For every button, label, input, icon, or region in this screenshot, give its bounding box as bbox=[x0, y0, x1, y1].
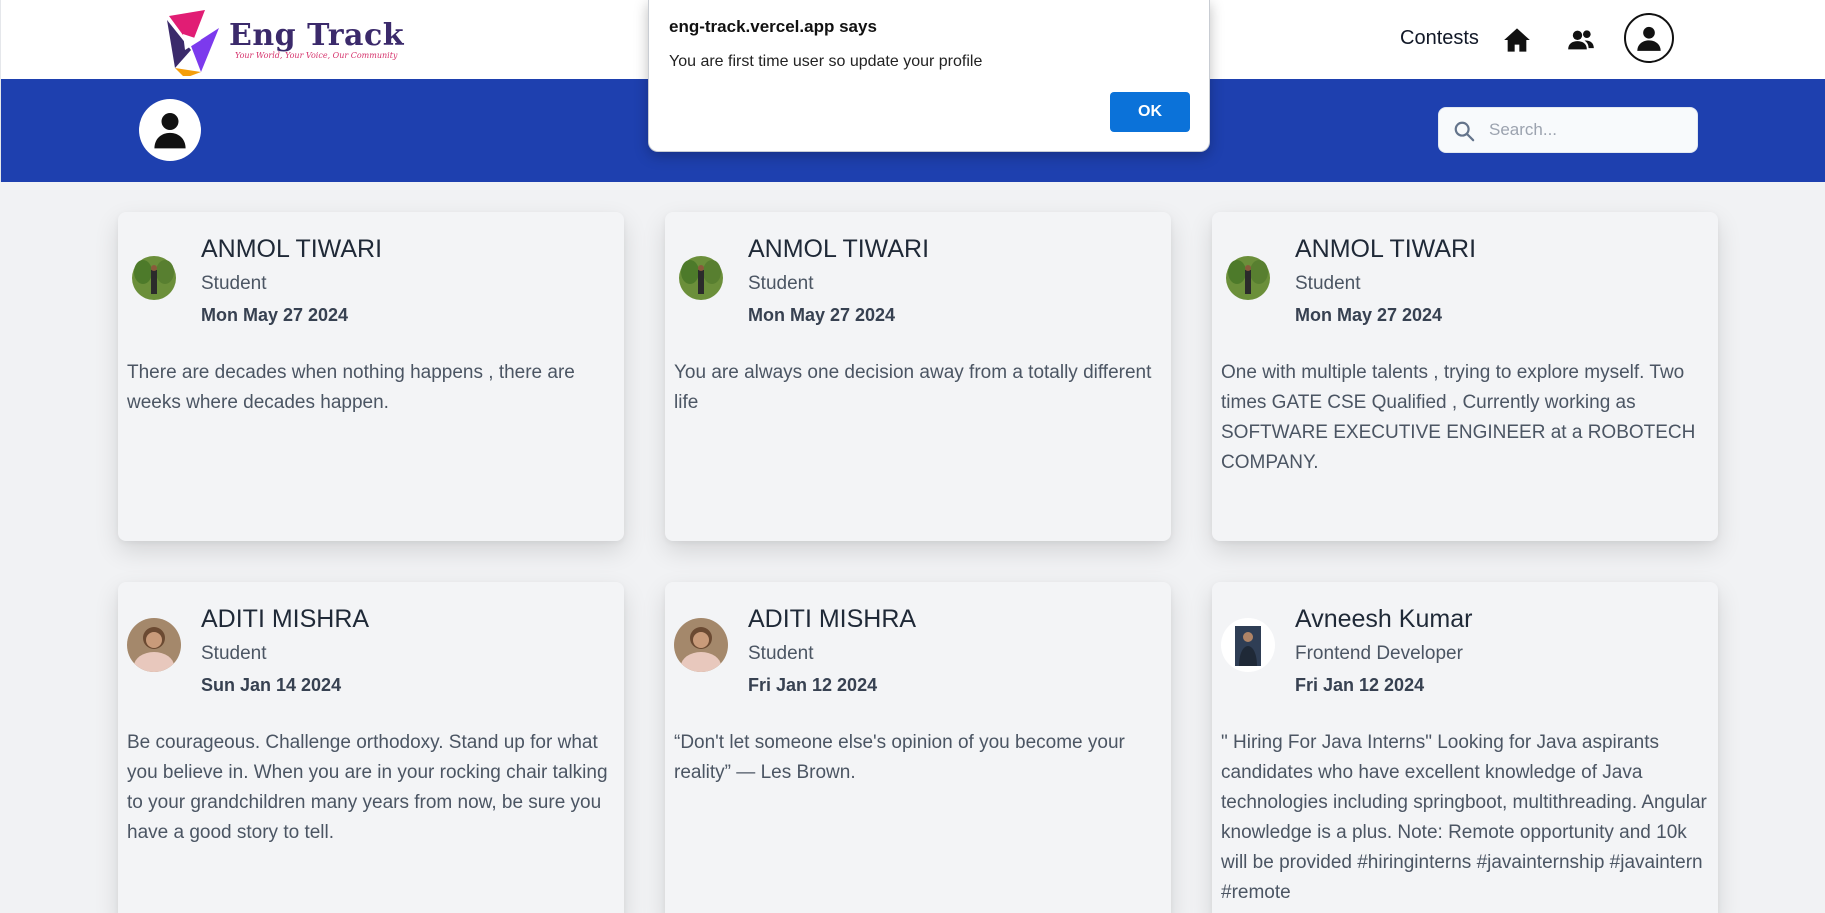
author-role: Student bbox=[748, 273, 814, 294]
post-date: Mon May 27 2024 bbox=[201, 305, 349, 325]
author-role: Student bbox=[201, 643, 267, 664]
logo[interactable]: Eng Track Your World, Your Voice, Our Co… bbox=[161, 6, 405, 76]
alert-dialog: eng-track.vercel.app says You are first … bbox=[648, 0, 1210, 152]
avatar[interactable] bbox=[127, 248, 181, 302]
post-text: You are always one decision away from a … bbox=[674, 362, 1152, 413]
post-text: " Hiring For Java Interns" Looking for J… bbox=[1221, 732, 1707, 903]
user-photo-icon bbox=[674, 618, 728, 672]
nav-contests-link[interactable]: Contests bbox=[1400, 27, 1479, 50]
users-icon[interactable] bbox=[1567, 26, 1595, 54]
post-card: ADITI MISHRA Student Sun Jan 14 2024 Be … bbox=[118, 582, 624, 913]
author-role: Frontend Developer bbox=[1295, 643, 1463, 664]
post-card: ANMOL TIWARI Student Mon May 27 2024 You… bbox=[665, 212, 1171, 541]
user-circle-icon bbox=[1637, 26, 1661, 51]
profile-button[interactable] bbox=[1624, 13, 1674, 63]
post-text: One with multiple talents , trying to ex… bbox=[1221, 362, 1696, 473]
logo-mark-icon bbox=[167, 10, 219, 76]
post-date: Fri Jan 12 2024 bbox=[1295, 675, 1425, 695]
post-card: ANMOL TIWARI Student Mon May 27 2024 The… bbox=[118, 212, 624, 541]
avatar[interactable] bbox=[674, 248, 728, 302]
post-card: Avneesh Kumar Frontend Developer Fri Jan… bbox=[1212, 582, 1718, 913]
avatar[interactable] bbox=[1221, 248, 1275, 302]
avatar[interactable] bbox=[674, 618, 728, 672]
user-photo-icon bbox=[1221, 618, 1275, 672]
post-date: Mon May 27 2024 bbox=[1295, 305, 1443, 325]
avatar[interactable] bbox=[127, 618, 181, 672]
author-name[interactable]: ADITI MISHRA bbox=[748, 605, 916, 634]
user-photo-icon bbox=[674, 248, 728, 302]
ok-button[interactable]: OK bbox=[1110, 92, 1190, 132]
dialog-title: eng-track.vercel.app says bbox=[669, 17, 877, 36]
home-icon[interactable] bbox=[1503, 26, 1531, 54]
post-text: “Don't let someone else's opinion of you… bbox=[674, 732, 1125, 783]
author-name[interactable]: ADITI MISHRA bbox=[201, 605, 369, 634]
author-name[interactable]: ANMOL TIWARI bbox=[748, 235, 929, 264]
avatar[interactable] bbox=[1221, 618, 1275, 672]
search-icon bbox=[1454, 121, 1475, 142]
avatar[interactable] bbox=[139, 99, 201, 161]
post-card: ADITI MISHRA Student Fri Jan 12 2024 “Do… bbox=[665, 582, 1171, 913]
dialog-message: You are first time user so update your p… bbox=[669, 53, 983, 70]
logo-text: Eng Track bbox=[229, 18, 405, 53]
search-input[interactable] bbox=[1489, 108, 1689, 152]
author-name[interactable]: ANMOL TIWARI bbox=[1295, 235, 1476, 264]
author-name[interactable]: Avneesh Kumar bbox=[1295, 605, 1472, 634]
search-box bbox=[1438, 107, 1698, 153]
user-photo-icon bbox=[127, 248, 181, 302]
logo-tagline: Your World, Your Voice, Our Community bbox=[235, 51, 398, 60]
user-icon bbox=[154, 113, 186, 149]
post-date: Mon May 27 2024 bbox=[748, 305, 896, 325]
author-name[interactable]: ANMOL TIWARI bbox=[201, 235, 382, 264]
post-text: There are decades when nothing happens ,… bbox=[127, 362, 575, 413]
author-role: Student bbox=[1295, 273, 1361, 294]
post-date: Sun Jan 14 2024 bbox=[201, 675, 342, 695]
post-date: Fri Jan 12 2024 bbox=[748, 675, 878, 695]
author-role: Student bbox=[748, 643, 814, 664]
user-photo-icon bbox=[1221, 248, 1275, 302]
post-card: ANMOL TIWARI Student Mon May 27 2024 One… bbox=[1212, 212, 1718, 541]
author-role: Student bbox=[201, 273, 267, 294]
post-text: Be courageous. Challenge orthodoxy. Stan… bbox=[127, 732, 608, 843]
user-photo-icon bbox=[127, 618, 181, 672]
